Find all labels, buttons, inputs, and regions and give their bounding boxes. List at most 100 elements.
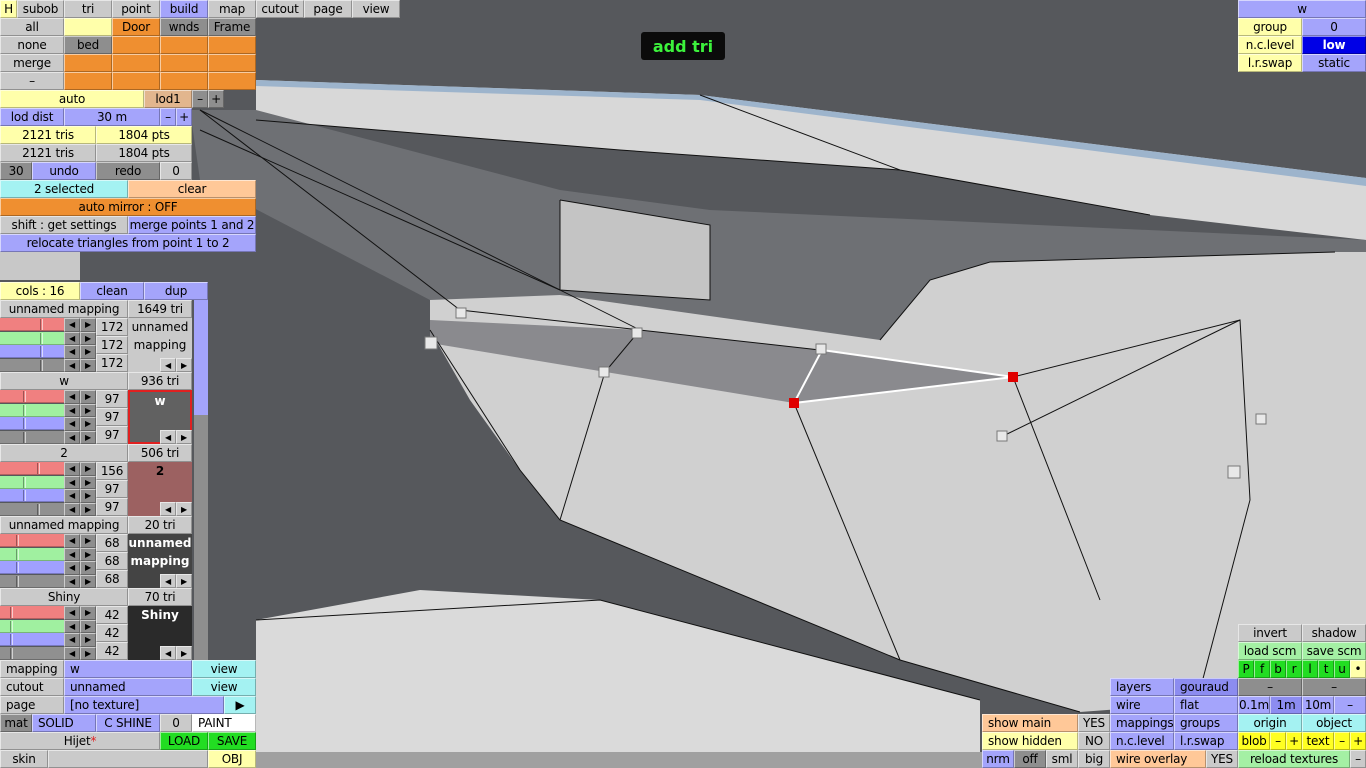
slider-thumb[interactable] bbox=[16, 548, 19, 560]
blue-slider[interactable] bbox=[0, 561, 64, 574]
arrow-right-icon[interactable]: ▶ bbox=[80, 633, 96, 647]
layers-button[interactable]: layers bbox=[1110, 678, 1174, 696]
slider-thumb[interactable] bbox=[22, 490, 26, 501]
arrow-left-icon[interactable]: ◀ bbox=[160, 358, 176, 372]
slider-thumb[interactable] bbox=[22, 431, 26, 443]
slider-thumb[interactable] bbox=[40, 359, 44, 371]
wire-button[interactable]: wire bbox=[1110, 696, 1174, 714]
group-slot[interactable] bbox=[64, 18, 112, 36]
arrow-left-icon[interactable]: ◀ bbox=[64, 331, 80, 345]
red-slider[interactable] bbox=[0, 534, 64, 547]
minus-button[interactable]: – bbox=[0, 72, 64, 90]
green-slider[interactable] bbox=[0, 547, 64, 561]
page-next-button[interactable]: ▶ bbox=[224, 696, 256, 714]
mapping-name[interactable]: unnamed mapping bbox=[0, 300, 128, 318]
redo-button[interactable]: redo bbox=[96, 162, 160, 180]
skin-field[interactable] bbox=[48, 750, 208, 768]
invert-button[interactable]: invert bbox=[1238, 624, 1302, 642]
group-wnds[interactable]: wnds bbox=[160, 18, 208, 36]
arrow-right-icon[interactable]: ▶ bbox=[80, 403, 96, 417]
solid-button[interactable]: SOLID bbox=[32, 714, 96, 732]
size-sml-button[interactable]: sml bbox=[1046, 750, 1078, 768]
slider-thumb[interactable] bbox=[9, 607, 13, 618]
mappings-button[interactable]: mappings bbox=[1110, 714, 1174, 732]
lod-level[interactable]: lod1 bbox=[144, 90, 192, 108]
group-slot[interactable] bbox=[208, 36, 256, 54]
green-slider[interactable] bbox=[0, 619, 64, 633]
group-value[interactable]: 0 bbox=[1302, 18, 1366, 36]
arrow-left-icon[interactable]: ◀ bbox=[64, 390, 80, 404]
wire-overlay-value[interactable]: YES bbox=[1206, 750, 1238, 768]
c-shine-button[interactable]: C SHINE bbox=[96, 714, 160, 732]
view-u-button[interactable]: u bbox=[1334, 660, 1350, 678]
view-t-button[interactable]: t bbox=[1318, 660, 1334, 678]
slider-thumb[interactable] bbox=[9, 634, 13, 645]
page-select[interactable]: [no texture] bbox=[64, 696, 224, 714]
arrow-right-icon[interactable]: ▶ bbox=[80, 619, 96, 633]
lod-plus-button[interactable]: + bbox=[208, 90, 224, 108]
mapping-select[interactable]: w bbox=[64, 660, 192, 678]
arrow-right-icon[interactable]: ▶ bbox=[80, 606, 96, 620]
arrow-right-icon[interactable]: ▶ bbox=[80, 358, 96, 372]
arrow-right-icon[interactable]: ▶ bbox=[80, 547, 96, 561]
text-minus-button[interactable]: – bbox=[1334, 732, 1350, 750]
arrow-right-icon[interactable]: ▶ bbox=[176, 646, 192, 660]
arrow-right-icon[interactable]: ▶ bbox=[176, 430, 192, 444]
arrow-right-icon[interactable]: ▶ bbox=[80, 390, 96, 404]
arrow-left-icon[interactable]: ◀ bbox=[64, 318, 80, 332]
arrow-left-icon[interactable]: ◀ bbox=[160, 430, 176, 444]
load-button[interactable]: LOAD bbox=[160, 732, 208, 750]
slider-thumb[interactable] bbox=[22, 418, 26, 429]
arrow-right-icon[interactable]: ▶ bbox=[176, 574, 192, 588]
clear-selection-button[interactable]: clear bbox=[128, 180, 256, 198]
gray-slider[interactable] bbox=[0, 646, 64, 660]
flat-button[interactable]: flat bbox=[1174, 696, 1238, 714]
lod-dist-minus[interactable]: – bbox=[160, 108, 176, 126]
tab-cutout[interactable]: cutout bbox=[256, 0, 304, 18]
clean-button[interactable]: clean bbox=[80, 282, 144, 300]
dash-button[interactable]: – bbox=[1238, 678, 1302, 696]
text-plus-button[interactable]: + bbox=[1350, 732, 1366, 750]
mapping-view-button[interactable]: view bbox=[192, 660, 256, 678]
auto-mirror-toggle[interactable]: auto mirror : OFF bbox=[0, 198, 256, 216]
tab-view[interactable]: view bbox=[352, 0, 400, 18]
mapping-name[interactable]: 2 bbox=[0, 444, 128, 462]
gray-slider[interactable] bbox=[0, 574, 64, 588]
reload-textures-button[interactable]: reload textures bbox=[1238, 750, 1350, 768]
tab-page[interactable]: page bbox=[304, 0, 352, 18]
group-door[interactable]: Door bbox=[112, 18, 160, 36]
tab-map[interactable]: map bbox=[208, 0, 256, 18]
load-scm-button[interactable]: load scm bbox=[1238, 642, 1302, 660]
slider-thumb[interactable] bbox=[16, 535, 19, 546]
red-slider[interactable] bbox=[0, 318, 64, 331]
arrow-right-icon[interactable]: ▶ bbox=[80, 534, 96, 548]
relocate-triangles-button[interactable]: relocate triangles from point 1 to 2 bbox=[0, 234, 256, 252]
group-slot[interactable] bbox=[112, 36, 160, 54]
nc-level-value[interactable]: low bbox=[1302, 36, 1366, 54]
green-slider[interactable] bbox=[0, 403, 64, 417]
arrow-left-icon[interactable]: ◀ bbox=[64, 633, 80, 647]
gouraud-button[interactable]: gouraud bbox=[1174, 678, 1238, 696]
slider-thumb[interactable] bbox=[40, 332, 44, 344]
show-main-toggle[interactable]: show main bbox=[982, 714, 1078, 732]
mapping-scrollbar-thumb[interactable] bbox=[194, 300, 208, 415]
slider-thumb[interactable] bbox=[9, 620, 13, 632]
show-main-value[interactable]: YES bbox=[1078, 714, 1110, 732]
arrow-left-icon[interactable]: ◀ bbox=[64, 417, 80, 431]
arrow-right-icon[interactable]: ▶ bbox=[80, 646, 96, 660]
group-slot[interactable] bbox=[112, 72, 160, 90]
group-bed[interactable]: bed bbox=[64, 36, 112, 54]
arrow-left-icon[interactable]: ◀ bbox=[64, 619, 80, 633]
tab-point[interactable]: point bbox=[112, 0, 160, 18]
group-slot[interactable] bbox=[64, 54, 112, 72]
slider-thumb[interactable] bbox=[36, 463, 40, 474]
arrow-right-icon[interactable]: ▶ bbox=[176, 358, 192, 372]
group-frame[interactable]: Frame bbox=[208, 18, 256, 36]
grid-size-button[interactable]: 10m bbox=[1302, 696, 1334, 714]
arrow-right-icon[interactable]: ▶ bbox=[80, 462, 96, 476]
red-slider[interactable] bbox=[0, 606, 64, 619]
gray-slider[interactable] bbox=[0, 358, 64, 372]
blue-slider[interactable] bbox=[0, 633, 64, 646]
arrow-left-icon[interactable]: ◀ bbox=[64, 502, 80, 516]
arrow-left-icon[interactable]: ◀ bbox=[160, 574, 176, 588]
